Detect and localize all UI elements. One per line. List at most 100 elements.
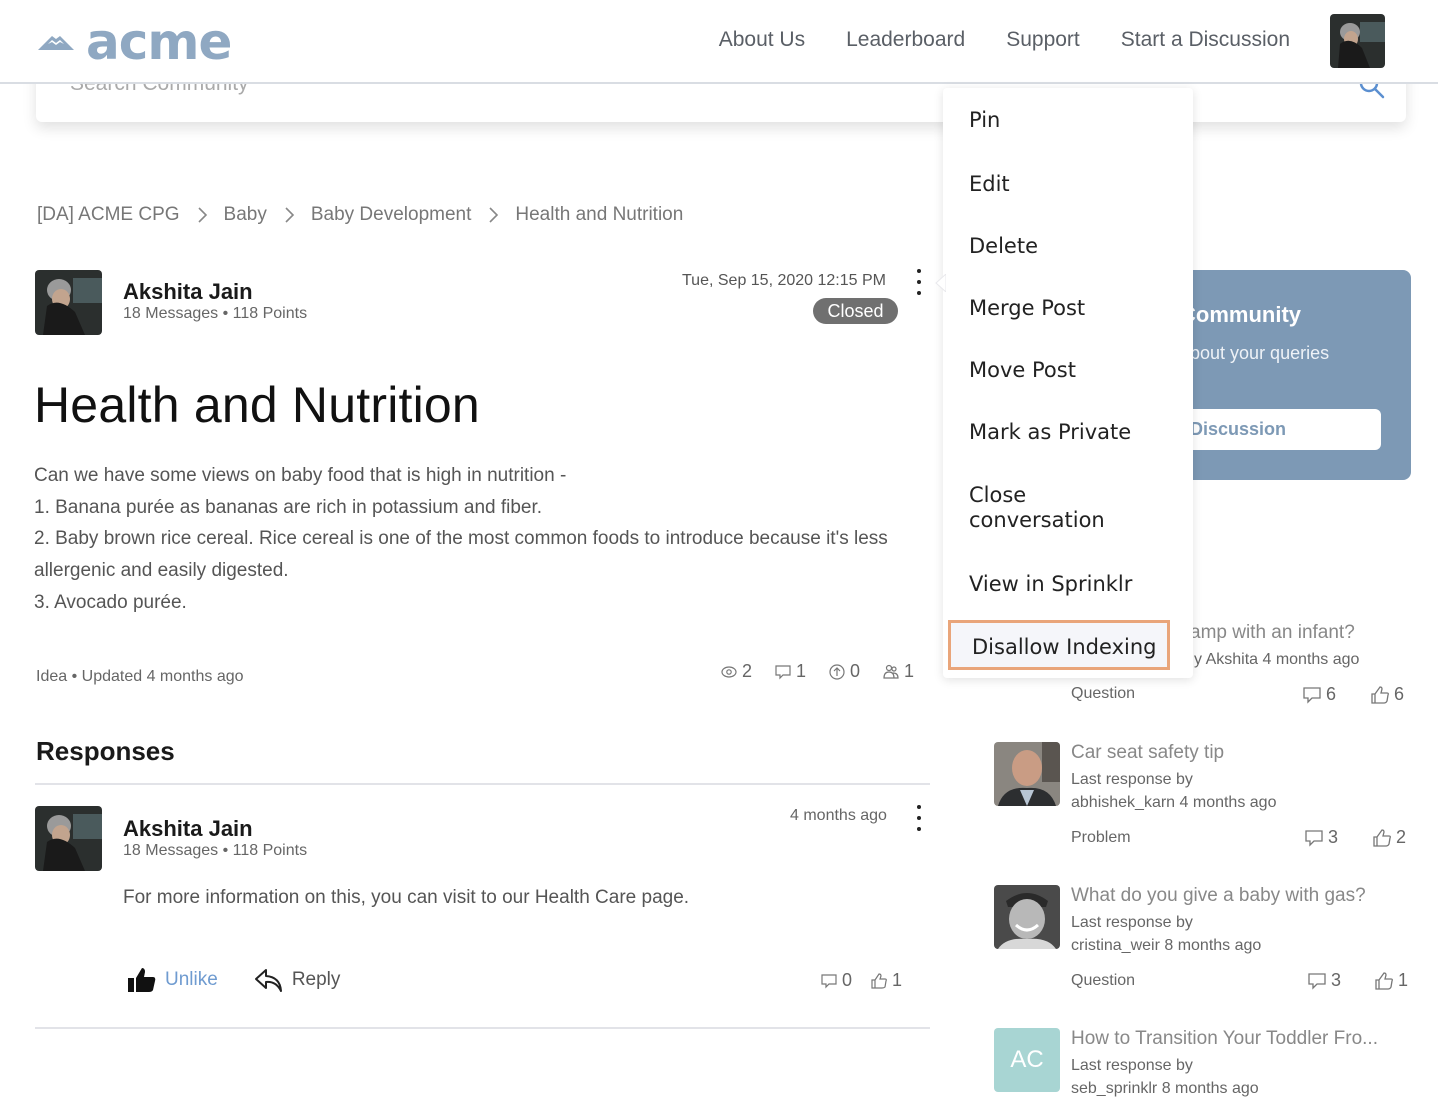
conversation-item[interactable]: AC How to Transition Your Toddler Fro...…	[994, 1028, 1414, 1106]
thumbs-up-icon	[1375, 971, 1393, 990]
menu-item-close-conversation[interactable]: Close conversation	[969, 483, 1105, 533]
conversation-last-response: Last response by abhishek_karn 4 months …	[1071, 768, 1276, 814]
last-response-label: Last response by	[1071, 771, 1193, 788]
nav-start-discussion[interactable]: Start a Discussion	[1121, 28, 1290, 52]
conversation-title[interactable]: How to Transition Your Toddler Fro...	[1071, 1028, 1378, 1050]
menu-item-label: Close	[969, 483, 1027, 507]
thumbs-up-icon	[1371, 685, 1389, 704]
post-author-name[interactable]: Akshita Jain	[123, 279, 253, 305]
conversation-last-response: Last response by seb_sprinklr 8 months a…	[1071, 1054, 1259, 1100]
chevron-right-icon	[197, 207, 207, 223]
start-discussion-button[interactable]: Discussion	[1180, 409, 1381, 450]
response-actions: Unlike Reply	[127, 966, 340, 994]
response-likes-count: 1	[892, 970, 903, 990]
conversation-last-response: y Akshita 4 months ago	[1194, 651, 1360, 668]
user-photo-icon	[994, 885, 1060, 949]
top-header: acme About Us Leaderboard Support Start …	[0, 0, 1438, 84]
breadcrumb-item[interactable]: [DA] ACME CPG	[37, 204, 180, 226]
response-author-avatar[interactable]	[35, 806, 102, 871]
conversation-comments-count: 3	[1331, 970, 1342, 990]
menu-item-pin[interactable]: Pin	[969, 108, 1000, 133]
breadcrumb-item[interactable]: Baby Development	[311, 204, 472, 226]
last-response-user: cristina_weir 8 months ago	[1071, 937, 1262, 954]
breadcrumb: [DA] ACME CPG Baby Baby Development Heal…	[37, 204, 683, 226]
unlike-button[interactable]: Unlike	[127, 966, 218, 994]
post-author-avatar[interactable]	[35, 270, 102, 335]
nav-support[interactable]: Support	[1006, 28, 1080, 52]
last-response-label: Last response by	[1071, 1057, 1193, 1074]
post-body-line: 3. Avocado purée.	[34, 591, 187, 613]
menu-item-merge-post[interactable]: Merge Post	[969, 296, 1085, 321]
conversation-comments: 6	[1302, 684, 1336, 705]
conversation-type: Question	[1071, 972, 1136, 989]
thumbs-up-icon	[871, 972, 887, 989]
conversation-title[interactable]: amp with an infant?	[1190, 622, 1355, 644]
reply-button[interactable]: Reply	[254, 966, 341, 994]
last-response-user: abhishek_karn 4 months ago	[1071, 794, 1277, 811]
conversation-item[interactable]: What do you give a baby with gas? Last r…	[994, 885, 1414, 995]
menu-item-view-in-sprinklr[interactable]: View in Sprinklr	[969, 572, 1132, 597]
conversation-title[interactable]: Car seat safety tip	[1071, 742, 1224, 764]
user-avatar[interactable]	[1330, 14, 1385, 68]
conversation-comments-count: 6	[1326, 684, 1337, 704]
last-response-user: seb_sprinklr 8 months ago	[1071, 1080, 1259, 1097]
menu-item-mark-private[interactable]: Mark as Private	[969, 420, 1131, 445]
conversation-type: Question	[1071, 685, 1136, 702]
reply-label: Reply	[291, 969, 341, 990]
conversation-title[interactable]: What do you give a baby with gas?	[1071, 885, 1366, 907]
cta-title: Community	[1180, 302, 1301, 327]
mountain-logo-icon	[38, 36, 74, 50]
response-options-kebab-icon[interactable]	[914, 805, 924, 831]
divider	[35, 783, 930, 785]
breadcrumb-item[interactable]: Baby	[224, 204, 267, 226]
thumbs-up-icon	[1373, 828, 1391, 847]
user-photo-icon	[994, 742, 1060, 806]
dropdown-pointer-icon	[935, 274, 946, 292]
post-date: Tue, Sep 15, 2020 12:15 PM	[682, 272, 886, 289]
response-author-name[interactable]: Akshita Jain	[123, 816, 253, 842]
logo-text: acme	[86, 13, 232, 71]
comment-icon	[1305, 829, 1323, 847]
unlike-label: Unlike	[165, 969, 218, 990]
upvotes-stat[interactable]: 0	[828, 661, 860, 682]
post-body-line: 2. Baby brown rice cereal. Rice cereal i…	[34, 528, 888, 582]
comments-count: 1	[796, 661, 807, 681]
cta-description-line: .	[1180, 364, 1329, 386]
upvote-icon	[829, 663, 845, 680]
post-title: Health and Nutrition	[34, 377, 480, 433]
breadcrumb-current: Health and Nutrition	[515, 204, 684, 225]
nav-leaderboard[interactable]: Leaderboard	[846, 28, 965, 52]
comment-icon	[821, 973, 837, 988]
views-count: 2	[742, 661, 753, 681]
acme-logo[interactable]: acme	[36, 13, 232, 71]
post-body: Can we have some views on baby food that…	[34, 460, 924, 619]
menu-item-edit[interactable]: Edit	[969, 172, 1010, 197]
response-date: 4 months ago	[790, 807, 887, 824]
main-nav: About Us Leaderboard Support Start a Dis…	[719, 28, 1290, 52]
conversation-comments: 3	[1304, 827, 1338, 848]
conversation-avatar	[994, 742, 1060, 806]
post-options-kebab-icon[interactable]	[914, 269, 924, 295]
post-body-line: 1. Banana purée as bananas are rich in p…	[34, 496, 543, 518]
menu-item-delete[interactable]: Delete	[969, 234, 1038, 259]
conversation-type: Problem	[1071, 829, 1131, 846]
reply-arrow-icon	[254, 969, 282, 992]
nav-about-us[interactable]: About Us	[719, 28, 805, 52]
post-meta: Idea • Updated 4 months ago	[36, 668, 244, 685]
people-icon	[883, 664, 899, 679]
response-stats: 0 1	[820, 970, 902, 991]
thumbs-up-filled-icon	[128, 968, 156, 992]
menu-item-disallow-indexing[interactable]: Disallow Indexing	[948, 620, 1170, 670]
chevron-right-icon	[285, 207, 294, 223]
conversation-item[interactable]: Car seat safety tip Last response by abh…	[994, 742, 1414, 852]
post-stats: 2 1 0 1	[720, 661, 914, 682]
conversation-comments: 3	[1307, 970, 1341, 991]
response-likes-stat: 1	[870, 970, 902, 991]
conversation-likes-count: 6	[1394, 684, 1405, 704]
responses-heading: Responses	[36, 736, 175, 766]
chevron-right-icon	[489, 207, 499, 223]
menu-item-move-post[interactable]: Move Post	[969, 358, 1076, 383]
response-comments-count: 0	[842, 970, 853, 990]
comment-icon	[1308, 972, 1326, 990]
comments-stat: 1	[774, 661, 806, 682]
